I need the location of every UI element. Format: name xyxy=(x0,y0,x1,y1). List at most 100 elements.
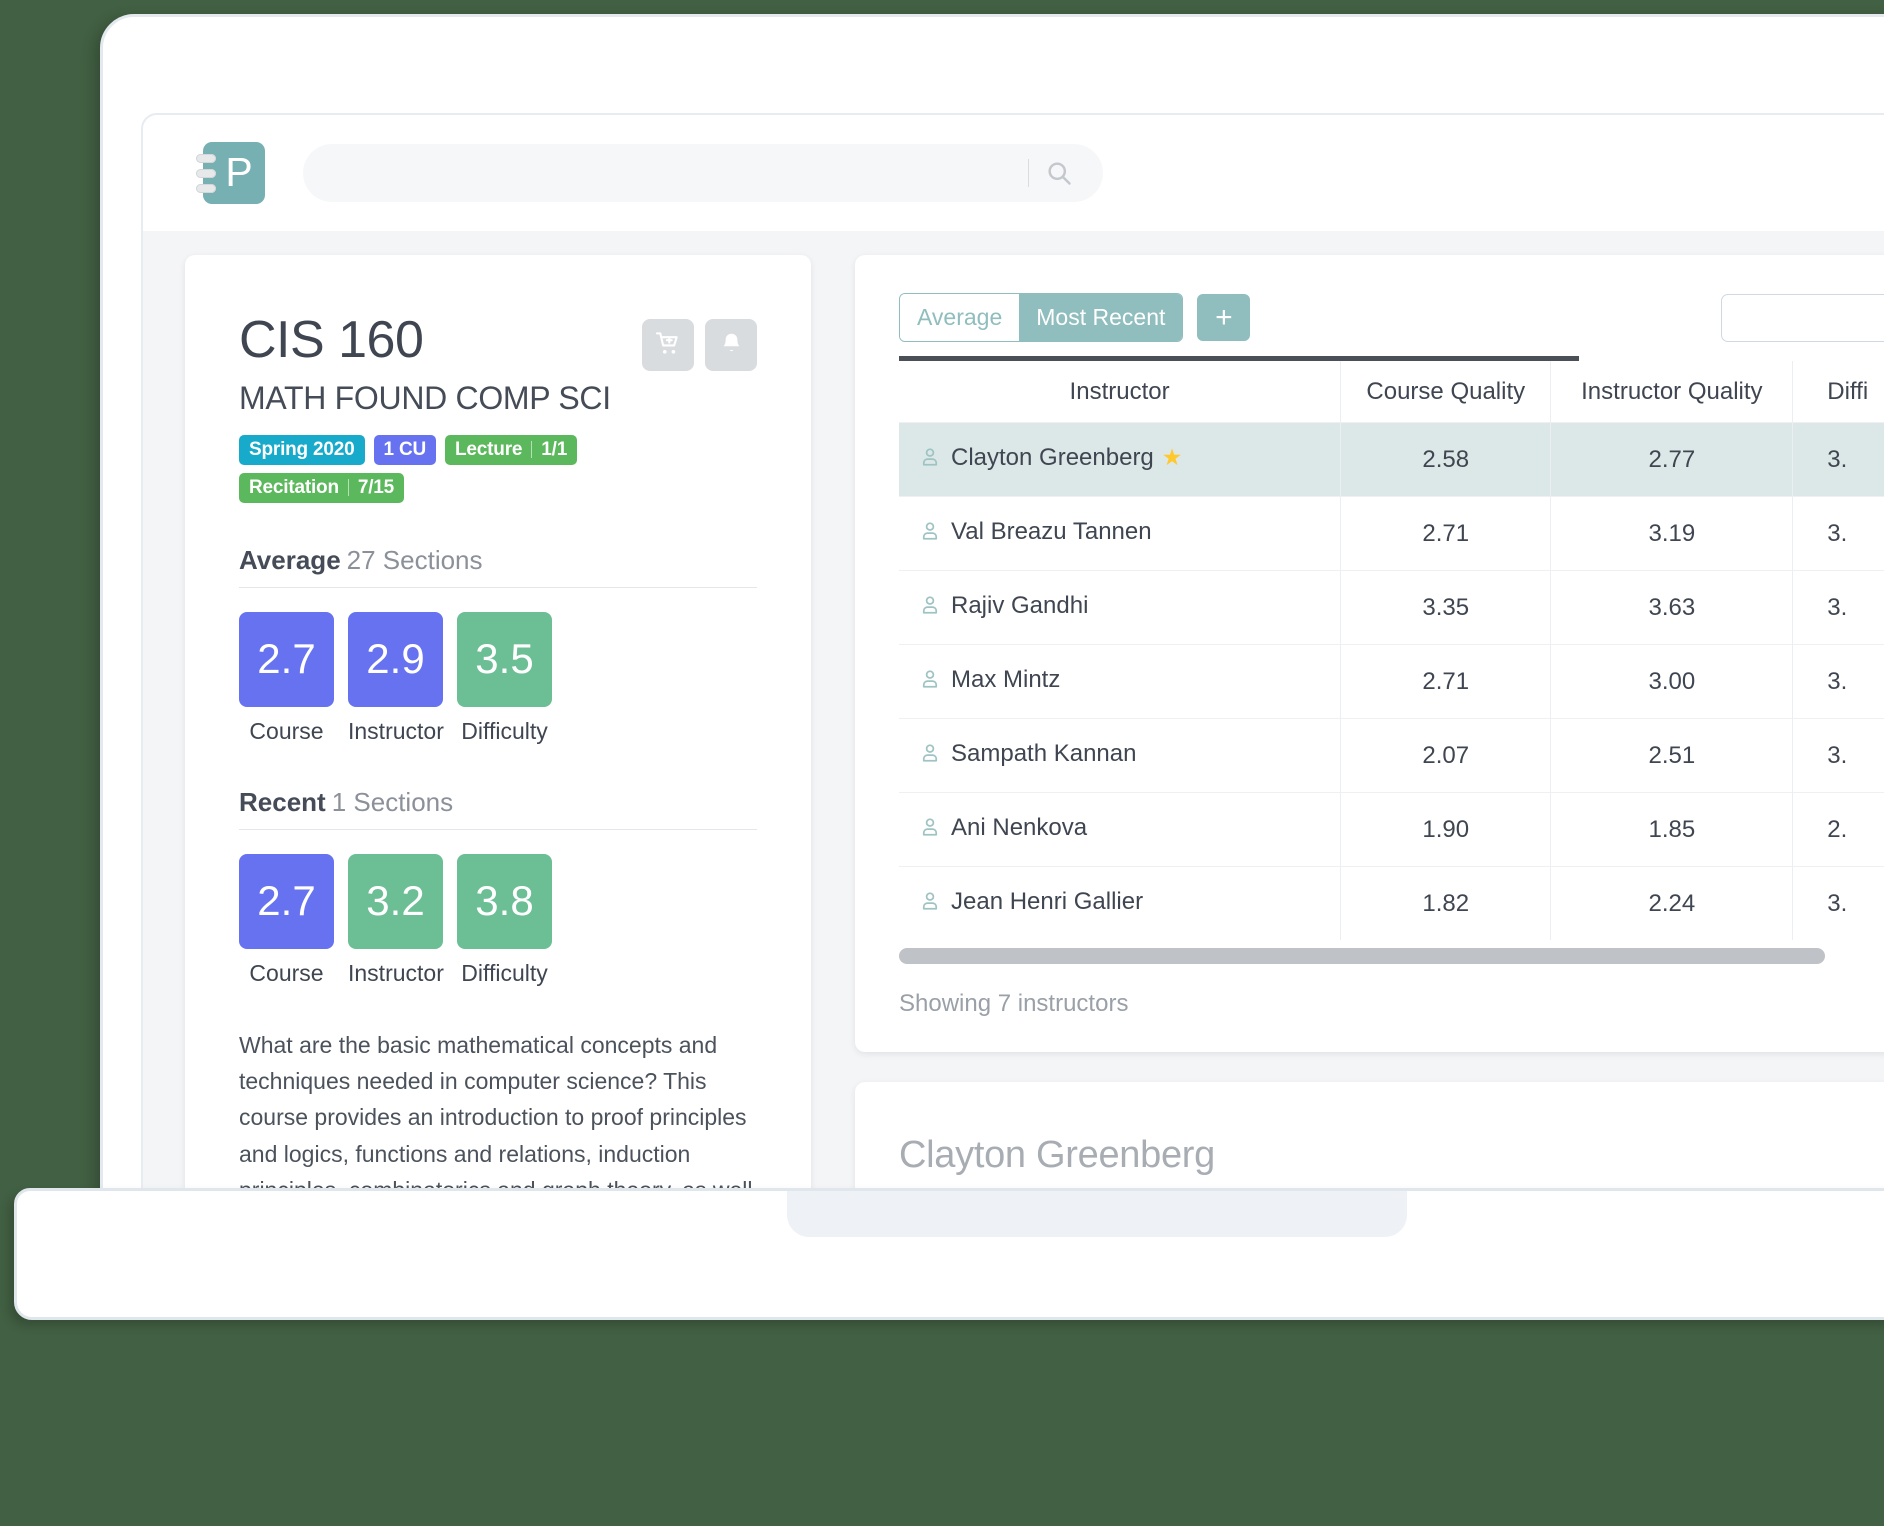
scrollbar-thumb[interactable] xyxy=(899,948,1825,964)
content-area: CIS 160 MATH FOUND COMP SCI Spring 2020 … xyxy=(143,231,1884,1191)
course-tag-label: Spring 2020 xyxy=(249,438,355,460)
score-section-header-recent: Recent 1 Sections xyxy=(239,787,757,830)
difficulty-cell: 3. xyxy=(1792,866,1884,940)
difficulty-cell: 2. xyxy=(1792,792,1884,867)
instructors-tab-group: Average Most Recent xyxy=(899,293,1184,342)
course-tag-label: Lecture xyxy=(455,438,523,460)
course-header: CIS 160 MATH FOUND COMP SCI xyxy=(239,313,757,417)
course-quality-cell: 2.07 xyxy=(1340,718,1552,793)
column-header-diffi[interactable]: Diffi xyxy=(1792,361,1884,423)
table-row[interactable]: Max Mintz 2.71 3.00 3. xyxy=(899,644,1884,719)
course-title-group: CIS 160 MATH FOUND COMP SCI xyxy=(239,313,642,417)
score-label: Difficulty xyxy=(461,717,548,744)
tab-most-recent[interactable]: Most Recent xyxy=(1019,294,1183,341)
score-value-box: 2.7 xyxy=(239,853,334,949)
person-icon xyxy=(919,743,941,770)
course-quality-cell: 1.90 xyxy=(1340,792,1552,867)
column-header-course-quality[interactable]: Course Quality xyxy=(1340,361,1552,423)
difficulty-cell: 3. xyxy=(1792,644,1884,719)
instructors-search-input[interactable] xyxy=(1721,293,1884,342)
score-row-recent: 2.7 Course 3.2 Instructor 3.8 Difficulty xyxy=(239,853,757,987)
instructors-table: Instructor Course Quality Instructor Quali… xyxy=(899,361,1884,940)
instructor-detail-title: Clayton Greenberg xyxy=(899,1134,1215,1176)
search-input[interactable] xyxy=(303,162,1028,184)
instructor-name: Val Breazu Tannen xyxy=(951,518,1152,545)
instructor-name: Sampath Kannan xyxy=(951,740,1137,767)
column-header-instructor-quality[interactable]: Instructor Quality xyxy=(1550,361,1794,423)
laptop-trackpad-notch xyxy=(787,1191,1407,1237)
score-section-header-average: Average 27 Sections xyxy=(239,545,757,588)
logo-ring-icon xyxy=(196,169,216,178)
table-row[interactable]: Clayton Greenberg ★ 2.58 2.77 3. xyxy=(899,422,1884,497)
course-tag-3: Recitation 7/15 xyxy=(239,472,405,503)
instructors-table-hscrollbar[interactable] xyxy=(899,948,1884,964)
course-score-sections: Average 27 Sections 2.7 Course 2.9 Instructor… xyxy=(239,545,757,987)
instructor-name: Rajiv Gandhi xyxy=(951,592,1089,619)
difficulty-cell: 3. xyxy=(1792,718,1884,793)
course-tag-2: Lecture 1/1 xyxy=(445,434,578,465)
instructor-name: Ani Nenkova xyxy=(951,814,1088,841)
instructor-quality-cell: 2.51 xyxy=(1550,718,1794,793)
course-tag-1: 1 CU xyxy=(373,434,437,465)
course-tag-value: 7/15 xyxy=(357,476,395,498)
app-logo[interactable]: P xyxy=(196,142,265,204)
navbar: P xyxy=(143,115,1884,231)
score-row-average: 2.7 Course 2.9 Instructor 3.5 Difficulty xyxy=(239,611,757,745)
table-row[interactable]: Val Breazu Tannen 2.71 3.19 3. xyxy=(899,496,1884,571)
person-icon xyxy=(919,521,941,548)
instructors-table-wrap: Instructor Course Quality Instructor Quali… xyxy=(855,356,1884,964)
laptop-base xyxy=(14,1188,1884,1320)
score-value-box: 3.8 xyxy=(457,853,552,949)
instructor-quality-cell: 3.19 xyxy=(1550,496,1794,571)
score-section-count: 27 Sections xyxy=(346,544,483,575)
instructor-name: Jean Henri Gallier xyxy=(951,888,1144,915)
laptop-frame: P CIS 160 MATH FOUND COMP SCI Spring 202… xyxy=(100,14,1884,1194)
logo-ring-icon xyxy=(196,154,216,163)
logo-ring-icon xyxy=(196,184,216,193)
instructor-name-cell[interactable]: Ani Nenkova xyxy=(899,792,1342,867)
global-search-bar[interactable] xyxy=(303,144,1103,202)
course-header-actions xyxy=(642,319,757,371)
table-row[interactable]: Sampath Kannan 2.07 2.51 3. xyxy=(899,718,1884,793)
instructor-name-cell[interactable]: Clayton Greenberg ★ xyxy=(899,422,1342,497)
column-header-instructor[interactable]: Instructor xyxy=(899,361,1342,423)
course-quality-cell: 2.71 xyxy=(1340,496,1552,571)
score-label: Instructor xyxy=(348,717,444,744)
instructor-quality-cell: 2.24 xyxy=(1550,866,1794,940)
instructor-name-cell[interactable]: Max Mintz xyxy=(899,644,1342,719)
course-quality-cell: 1.82 xyxy=(1340,866,1552,940)
score-section-title: Recent xyxy=(239,786,326,817)
cart-plus-icon xyxy=(655,331,681,360)
instructors-toolbar: Average Most Recent + xyxy=(855,293,1884,342)
tag-separator xyxy=(531,441,533,459)
person-icon xyxy=(919,891,941,918)
course-quality-cell: 3.35 xyxy=(1340,570,1552,645)
score-label: Course xyxy=(249,717,324,744)
tab-average[interactable]: Average xyxy=(900,294,1020,341)
score-item-instructor: 3.2 Instructor xyxy=(348,853,444,987)
instructor-quality-cell: 1.85 xyxy=(1550,792,1794,867)
score-value-box: 2.7 xyxy=(239,611,334,707)
instructor-name-cell[interactable]: Jean Henri Gallier xyxy=(899,866,1342,940)
instructors-table-body: Clayton Greenberg ★ 2.58 2.77 3. Val Breazu T… xyxy=(899,422,1884,940)
table-row[interactable]: Jean Henri Gallier 1.82 2.24 3. xyxy=(899,866,1884,940)
instructors-add-button[interactable]: + xyxy=(1197,294,1251,341)
table-row[interactable]: Ani Nenkova 1.90 1.85 2. xyxy=(899,792,1884,867)
difficulty-cell: 3. xyxy=(1792,496,1884,571)
course-quality-cell: 2.71 xyxy=(1340,644,1552,719)
score-section-title: Average xyxy=(239,544,341,575)
score-value-box: 3.5 xyxy=(457,611,552,707)
person-icon xyxy=(919,669,941,696)
table-row[interactable]: Rajiv Gandhi 3.35 3.63 3. xyxy=(899,570,1884,645)
search-icon[interactable] xyxy=(1045,159,1073,187)
instructor-quality-cell: 3.63 xyxy=(1550,570,1794,645)
alert-bell-button[interactable] xyxy=(705,319,757,371)
instructor-name-cell[interactable]: Sampath Kannan xyxy=(899,718,1342,793)
instructor-name-cell[interactable]: Rajiv Gandhi xyxy=(899,570,1342,645)
course-name: MATH FOUND COMP SCI xyxy=(239,379,611,416)
app-screen: P CIS 160 MATH FOUND COMP SCI Spring 202… xyxy=(141,113,1884,1193)
instructor-quality-cell: 2.77 xyxy=(1550,422,1794,497)
add-to-cart-button[interactable] xyxy=(642,319,694,371)
instructor-name-cell[interactable]: Val Breazu Tannen xyxy=(899,496,1342,571)
course-tag-0: Spring 2020 xyxy=(239,434,365,465)
